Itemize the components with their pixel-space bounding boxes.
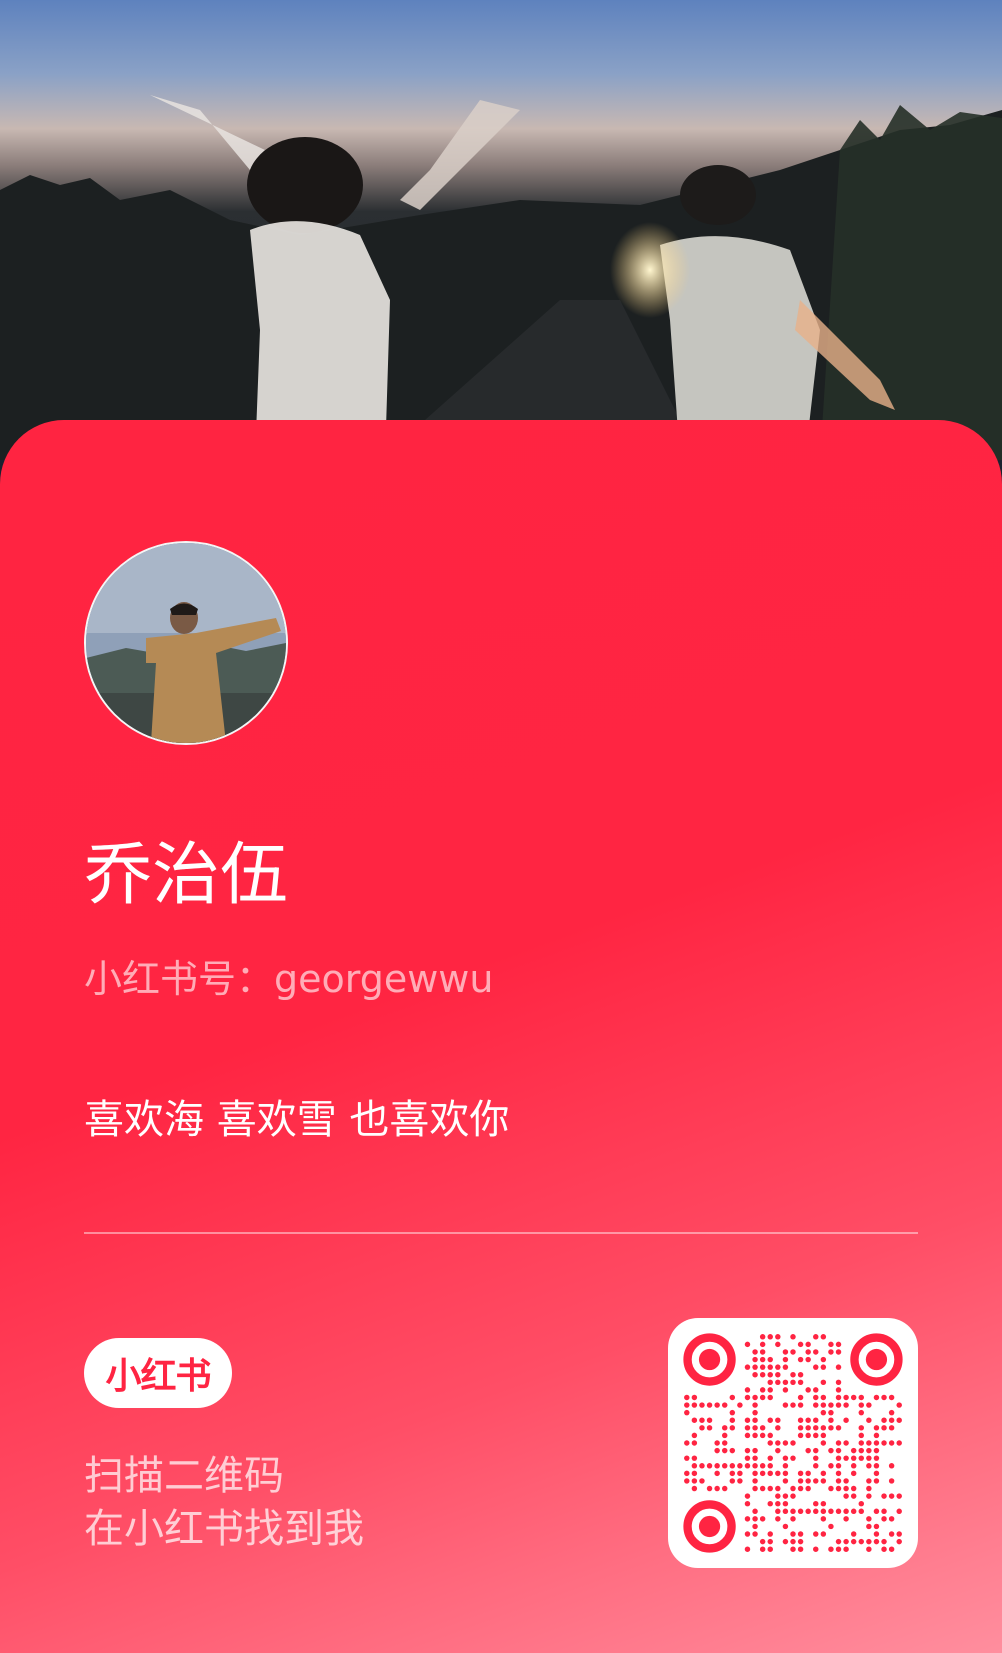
profile-name: 乔治伍	[84, 836, 289, 915]
cover-photo-art	[0, 95, 1002, 460]
cover-photo	[0, 0, 1002, 460]
qr-code-icon	[683, 1333, 903, 1553]
scan-line-2: 在小红书找到我	[84, 1506, 364, 1552]
xiaohongshu-id: 小红书号：georgewwu	[84, 957, 494, 1001]
scan-instructions: 扫描二维码 在小红书找到我	[84, 1450, 364, 1556]
avatar-photo	[86, 543, 286, 743]
scan-line-1: 扫描二维码	[84, 1453, 284, 1499]
avatar[interactable]	[84, 541, 288, 745]
profile-bio: 喜欢海 喜欢雪 也喜欢你	[84, 1097, 510, 1143]
divider	[84, 1232, 918, 1234]
xiaohongshu-logo: 小红书	[84, 1338, 232, 1408]
qr-code[interactable]	[668, 1318, 918, 1568]
profile-card: 乔治伍 小红书号：georgewwu 喜欢海 喜欢雪 也喜欢你 小红书 扫描二维…	[0, 420, 1002, 1653]
